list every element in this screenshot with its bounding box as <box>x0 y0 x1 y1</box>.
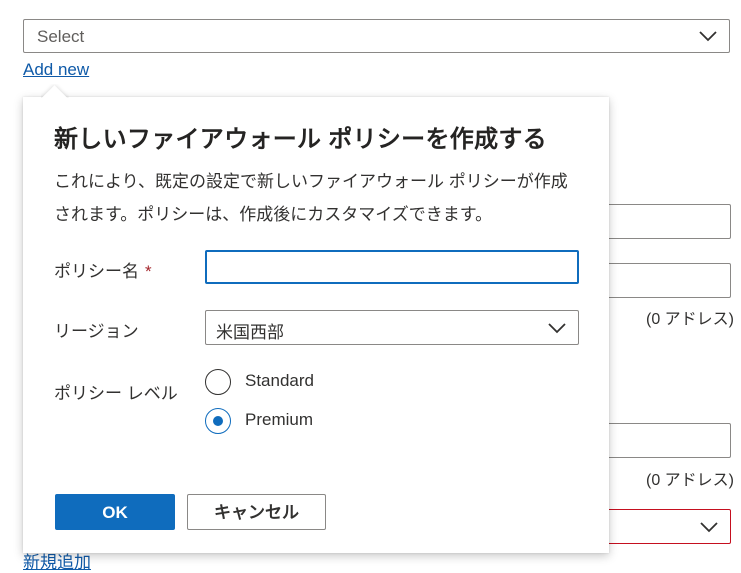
background-input-3[interactable] <box>600 423 731 458</box>
address-count-note-1: (0 アドレス) <box>646 311 735 328</box>
policy-name-input[interactable] <box>205 250 579 284</box>
policy-level-label: ポリシー レベル <box>54 384 178 403</box>
region-select[interactable]: 米国西部 <box>205 310 579 345</box>
top-select[interactable]: Select <box>23 19 730 53</box>
chevron-down-icon <box>548 323 566 334</box>
callout-description: これにより、既定の設定で新しいファイアウォール ポリシーが作成されます。ポリシー… <box>54 172 568 224</box>
ok-button[interactable]: OK <box>55 494 175 530</box>
background-input-2[interactable] <box>600 263 731 298</box>
create-policy-callout: 新しいファイアウォール ポリシーを作成する これにより、既定の設定で新しいファイ… <box>23 97 609 553</box>
address-count-note-2: (0 アドレス) <box>646 472 735 489</box>
callout-beak <box>41 84 69 98</box>
chevron-down-icon <box>700 522 718 533</box>
callout-title: 新しいファイアウォール ポリシーを作成する <box>54 126 547 153</box>
policy-name-label: ポリシー名 * <box>54 257 152 282</box>
required-mark: * <box>145 262 152 281</box>
policy-name-label-text: ポリシー名 <box>54 262 139 281</box>
radio-dot <box>212 415 223 426</box>
add-new-link[interactable]: Add new <box>23 60 89 80</box>
top-select-value: Select <box>37 27 85 46</box>
background-select-error[interactable] <box>600 509 731 544</box>
cancel-button[interactable]: キャンセル <box>187 494 326 530</box>
background-input-1[interactable] <box>600 204 731 239</box>
region-select-value: 米国西部 <box>216 323 284 342</box>
radio-label-premium: Premium <box>245 410 314 429</box>
chevron-down-icon <box>699 31 717 42</box>
radio-label-standard: Standard <box>245 371 314 390</box>
radio-checked-icon[interactable] <box>205 408 231 434</box>
region-label: リージョン <box>54 322 139 341</box>
radio-unchecked-icon[interactable] <box>205 369 231 395</box>
